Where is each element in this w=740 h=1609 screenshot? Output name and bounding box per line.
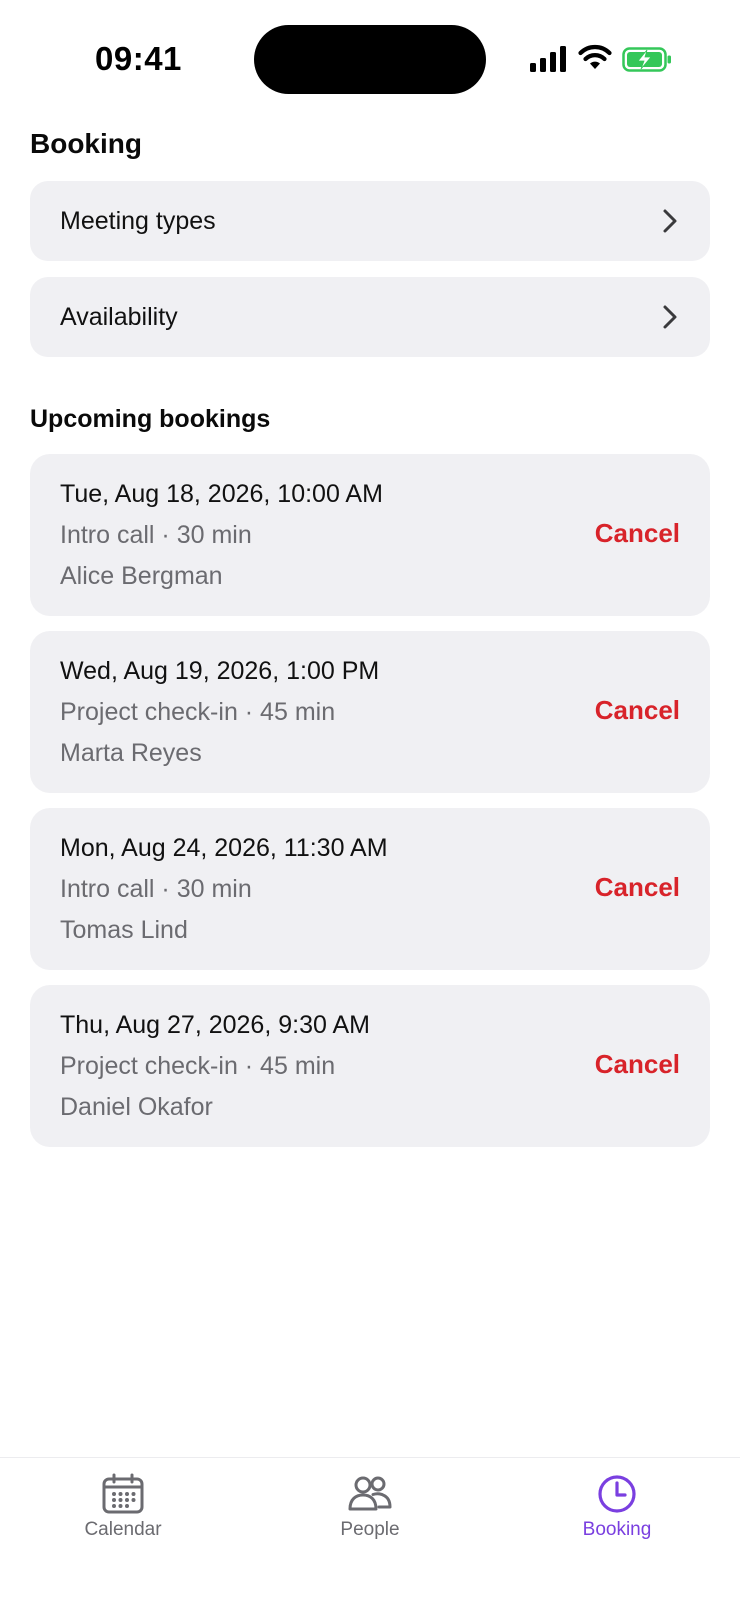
booking-card: Thu, Aug 27, 2026, 9:30 AM Project check… [30, 985, 710, 1147]
tab-label: Calendar [84, 1519, 162, 1540]
booking-meeting-type: Intro call · 30 min [60, 875, 252, 903]
status-bar: 09:41 [0, 0, 740, 110]
booking-meeting-type: Project check-in · 45 min [60, 698, 336, 726]
booking-datetime: Thu, Aug 27, 2026, 9:30 AM [60, 1011, 370, 1039]
tab-booking[interactable]: Booking [494, 1458, 740, 1568]
booking-meeting-type: Intro call · 30 min [60, 521, 252, 549]
cancel-booking-button[interactable]: Cancel [595, 518, 680, 549]
clock-icon [598, 1475, 636, 1513]
upcoming-bookings-title: Upcoming bookings [30, 405, 271, 433]
chevron-right-icon [663, 209, 677, 233]
booking-screen: 09:41 Booking Meeting types Availability… [0, 0, 740, 1609]
tab-label: Booking [582, 1519, 652, 1540]
cancel-booking-button[interactable]: Cancel [595, 695, 680, 726]
tab-bar: Calendar People Booking [0, 1457, 740, 1609]
booking-card: Mon, Aug 24, 2026, 11:30 AM Intro call ·… [30, 808, 710, 970]
availability-row[interactable]: Availability [30, 277, 710, 357]
tab-people[interactable]: People [247, 1458, 493, 1568]
meeting-types-label: Meeting types [60, 206, 216, 235]
booking-person: Alice Bergman [60, 562, 223, 590]
booking-person: Marta Reyes [60, 739, 202, 767]
wifi-icon [578, 44, 612, 69]
battery-charging-icon [622, 47, 671, 72]
meeting-types-row[interactable]: Meeting types [30, 181, 710, 261]
calendar-icon [102, 1473, 144, 1514]
tab-calendar[interactable]: Calendar [0, 1458, 246, 1568]
tab-label: People [340, 1519, 400, 1540]
dynamic-island [254, 25, 486, 94]
status-time: 09:41 [95, 40, 182, 77]
signal-icon [530, 46, 566, 72]
cancel-booking-button[interactable]: Cancel [595, 872, 680, 903]
booking-card: Wed, Aug 19, 2026, 1:00 PM Project check… [30, 631, 710, 793]
booking-person: Daniel Okafor [60, 1093, 213, 1121]
page-title: Booking [30, 128, 142, 159]
booking-datetime: Wed, Aug 19, 2026, 1:00 PM [60, 657, 380, 685]
chevron-right-icon [663, 305, 677, 329]
availability-label: Availability [60, 302, 178, 331]
cancel-booking-button[interactable]: Cancel [595, 1049, 680, 1080]
booking-meeting-type: Project check-in · 45 min [60, 1052, 336, 1080]
booking-datetime: Mon, Aug 24, 2026, 11:30 AM [60, 834, 388, 862]
booking-datetime: Tue, Aug 18, 2026, 10:00 AM [60, 480, 383, 508]
booking-card: Tue, Aug 18, 2026, 10:00 AM Intro call ·… [30, 454, 710, 616]
booking-person: Tomas Lind [60, 916, 188, 944]
people-icon [348, 1476, 392, 1511]
